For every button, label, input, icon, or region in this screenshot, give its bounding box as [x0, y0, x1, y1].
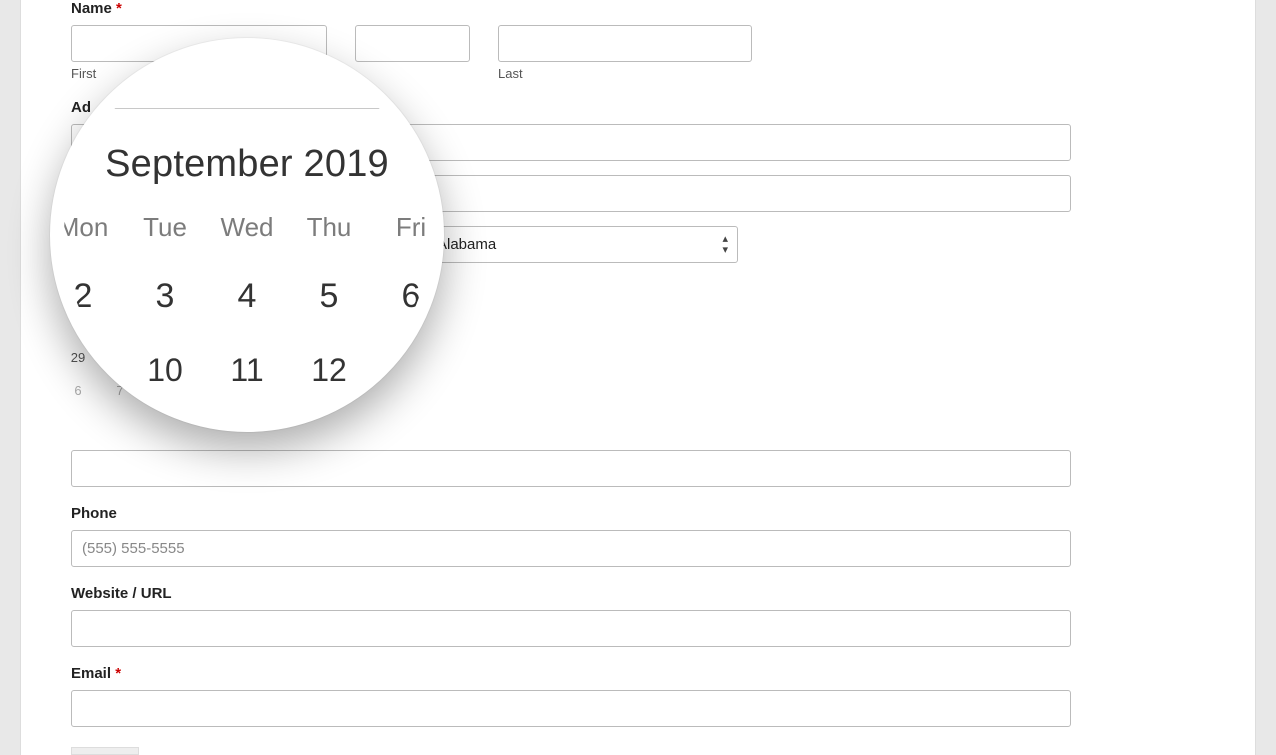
required-marker: * [115, 665, 121, 682]
zip-input[interactable] [71, 450, 1071, 487]
email-label-text: Email [71, 665, 111, 682]
calendar-day[interactable]: 4 [206, 277, 288, 316]
email-label: Email * [71, 665, 1071, 682]
calendar-day[interactable]: 10 [124, 352, 206, 389]
website-field-group: Website / URL [71, 585, 1071, 647]
weekday-wed: Wed [206, 212, 288, 243]
magnifier-divider [50, 108, 444, 109]
zip-field-group [71, 450, 1071, 487]
calendar-day[interactable]: 12 [288, 352, 370, 389]
calendar-day[interactable]: 3 [124, 277, 206, 316]
weekday-mon: Mon [50, 212, 124, 243]
calendar-day[interactable]: 11 [206, 352, 288, 389]
state-select[interactable]: Alabama [426, 226, 738, 263]
last-name-input[interactable] [498, 25, 752, 62]
name-label: Name * [71, 0, 1071, 17]
state-sublabel-fragment: te [426, 267, 738, 282]
required-marker: * [116, 0, 122, 17]
email-field-group: Email * [71, 665, 1071, 727]
phone-label: Phone [71, 505, 1071, 522]
weekday-tue: Tue [124, 212, 206, 243]
website-input[interactable] [71, 610, 1071, 647]
last-name-sublabel: Last [498, 66, 752, 81]
name-label-text: Name [71, 0, 112, 17]
website-label: Website / URL [71, 585, 1071, 602]
email-input[interactable] [71, 690, 1071, 727]
weekday-thu: Thu [288, 212, 370, 243]
calendar-week-row-1: 2 3 4 5 6 [50, 277, 444, 316]
calendar-day[interactable]: 5 [288, 277, 370, 316]
calendar-weekday-row: Mon Tue Wed Thu Fri [50, 212, 444, 243]
calendar-magnifier: September 2019 Mon Tue Wed Thu Fri 2 3 4… [50, 38, 444, 432]
calendar-month-title: September 2019 [50, 143, 444, 186]
calendar-week-row-2: 10 11 12 [50, 352, 444, 389]
phone-field-group: Phone [71, 505, 1071, 567]
weekday-fri: Fri [370, 212, 444, 243]
submit-button[interactable] [71, 747, 139, 755]
phone-input[interactable] [71, 530, 1071, 567]
